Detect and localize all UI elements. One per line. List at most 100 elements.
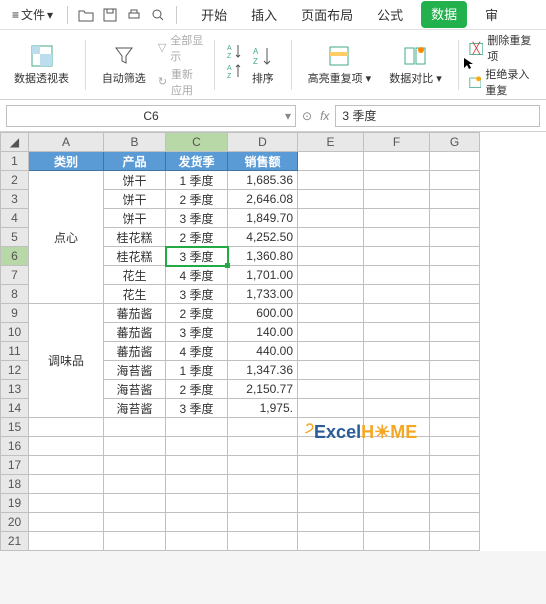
cell[interactable] [298,399,364,418]
cell[interactable]: 饼干 [104,209,166,228]
cell[interactable] [228,494,298,513]
row-header[interactable]: 4 [1,209,29,228]
col-header-E[interactable]: E [298,133,364,152]
row-header[interactable]: 6 [1,247,29,266]
cell[interactable]: 2,646.08 [228,190,298,209]
row-header[interactable]: 9 [1,304,29,323]
cell[interactable]: 桂花糕 [104,228,166,247]
cell[interactable] [228,513,298,532]
cell[interactable]: 4 季度 [166,266,228,285]
col-header-F[interactable]: F [364,133,430,152]
cell[interactable]: 1,347.36 [228,361,298,380]
cell[interactable] [430,285,480,304]
cell[interactable] [298,266,364,285]
row-header[interactable]: 11 [1,342,29,361]
cell[interactable]: 1,360.80 [228,247,298,266]
cell[interactable]: 1,733.00 [228,285,298,304]
cell[interactable] [104,437,166,456]
cell[interactable] [430,152,480,171]
cell[interactable] [430,513,480,532]
cell[interactable] [298,456,364,475]
cell[interactable]: 4 季度 [166,342,228,361]
open-icon[interactable] [76,5,96,25]
cell[interactable] [430,380,480,399]
cell[interactable]: 140.00 [228,323,298,342]
cell[interactable]: 2 季度 [166,304,228,323]
row-header[interactable]: 15 [1,418,29,437]
cell[interactable] [430,475,480,494]
cell[interactable] [29,456,104,475]
reapply[interactable]: ↻重新应用 [158,66,204,98]
cell[interactable] [29,494,104,513]
cell[interactable] [166,532,228,551]
cell[interactable] [298,323,364,342]
cell[interactable]: 1,975. [228,399,298,418]
cell[interactable] [298,513,364,532]
cell[interactable]: 蕃茄酱 [104,323,166,342]
reject-dup-button[interactable]: 拒绝录入重复 [469,66,538,98]
cell[interactable] [104,475,166,494]
cell[interactable] [228,532,298,551]
tab-review[interactable]: 审 [479,1,504,28]
cell[interactable] [29,475,104,494]
row-header[interactable]: 7 [1,266,29,285]
cell[interactable] [364,285,430,304]
cell[interactable] [29,437,104,456]
highlight-dup-button[interactable]: 高亮重复项 ▾ [302,42,378,88]
preview-icon[interactable] [148,5,168,25]
grid[interactable]: ◢ A B C D E F G 1 类别 产品 发货季 销售额 2 点心 饼干 … [0,132,480,551]
cell[interactable] [298,532,364,551]
cell[interactable]: 花生 [104,285,166,304]
cell[interactable]: 饼干 [104,171,166,190]
cell[interactable]: 海苔酱 [104,399,166,418]
cell[interactable] [298,418,364,437]
cell[interactable] [364,152,430,171]
cell[interactable] [430,456,480,475]
col-header-A[interactable]: A [29,133,104,152]
cell[interactable] [430,494,480,513]
cell-merged[interactable]: 点心 [29,171,104,304]
cell[interactable] [298,285,364,304]
cell[interactable] [166,475,228,494]
save-icon[interactable] [100,5,120,25]
cell[interactable] [364,361,430,380]
sort-asc[interactable]: AZ [225,42,243,60]
cell[interactable] [364,190,430,209]
cell[interactable] [430,190,480,209]
cell[interactable] [430,247,480,266]
row-header[interactable]: 18 [1,475,29,494]
tab-formula[interactable]: 公式 [371,1,409,28]
cell[interactable]: 440.00 [228,342,298,361]
cell[interactable] [298,380,364,399]
tab-data[interactable]: 数据 [421,1,467,28]
cell[interactable] [298,361,364,380]
cell[interactable] [228,456,298,475]
cell[interactable] [430,171,480,190]
cell[interactable] [104,513,166,532]
cell[interactable] [104,456,166,475]
cell[interactable] [166,456,228,475]
cell[interactable]: 2 季度 [166,380,228,399]
print-icon[interactable] [124,5,144,25]
cell[interactable] [298,494,364,513]
cell[interactable]: 1,701.00 [228,266,298,285]
cell[interactable]: 销售额 [228,152,298,171]
cell[interactable] [298,190,364,209]
cell[interactable]: 3 季度 [166,285,228,304]
cell[interactable]: 花生 [104,266,166,285]
row-header[interactable]: 14 [1,399,29,418]
cell[interactable] [228,418,298,437]
pivot-button[interactable]: 数据透视表 [8,42,75,88]
cell[interactable] [364,209,430,228]
cell[interactable] [298,304,364,323]
cell[interactable] [104,418,166,437]
row-header[interactable]: 20 [1,513,29,532]
cell[interactable] [430,418,480,437]
cell[interactable] [104,494,166,513]
cell[interactable] [364,456,430,475]
cell[interactable] [298,171,364,190]
cell[interactable] [298,247,364,266]
cell[interactable] [364,266,430,285]
cell[interactable] [430,532,480,551]
filter-button[interactable]: 自动筛选 [96,42,152,88]
